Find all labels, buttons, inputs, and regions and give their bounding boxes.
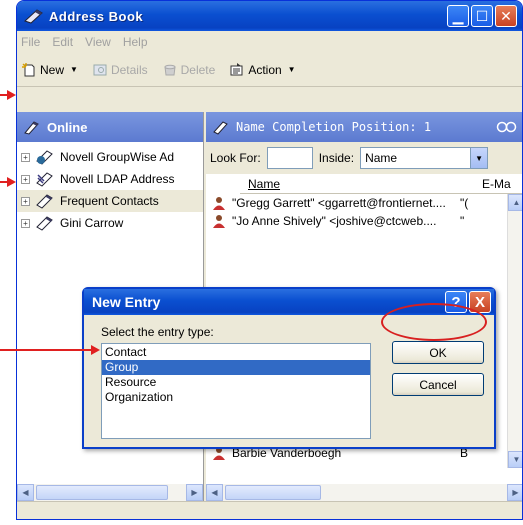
details-label: Details [110,62,148,77]
toolbar: New ▼ Details Delete Action ▼ [17,53,522,87]
tree-item-frequent-contacts[interactable]: + Frequent Contacts [17,190,203,212]
scroll-up-button[interactable]: ▲ [508,194,522,211]
scroll-left-button[interactable]: ◀ [206,484,223,501]
contact-name: "Gregg Garrett" <ggarrett@frontiernet...… [232,196,446,210]
right-vertical-scrollbar[interactable]: ▲ ▼ [507,194,522,468]
menu-view[interactable]: View [85,35,111,49]
expand-icon[interactable]: + [21,174,30,184]
expand-icon[interactable]: + [21,218,30,228]
menu-edit[interactable]: Edit [52,35,73,49]
chevron-down-icon[interactable]: ▼ [470,148,488,168]
column-email[interactable]: E-Ma [476,177,511,191]
look-for-label: Look For: [210,151,261,165]
inside-select[interactable]: Name ▼ [360,147,489,169]
scroll-right-button[interactable]: ▶ [186,484,203,501]
look-for-bar: Look For: Inside: Name ▼ [206,142,522,174]
tree-label: Frequent Contacts [60,194,159,208]
delete-button[interactable]: Delete [162,62,216,78]
title-bar[interactable]: Address Book ▁ ☐ ✕ [17,1,522,31]
close-button[interactable]: ✕ [495,5,517,27]
annotation-ok-highlight [381,303,487,341]
window-title: Address Book [49,8,144,24]
details-icon [93,64,107,75]
groupwise-book-icon [36,150,53,165]
entry-type-group[interactable]: Group [102,360,370,375]
scroll-thumb[interactable] [225,485,321,500]
tree-label: Gini Carrow [60,216,124,230]
new-button[interactable]: New ▼ [21,62,78,78]
name-completion-header: Name Completion Position: 1 [206,112,522,142]
chevron-down-icon[interactable]: ▼ [288,65,296,74]
tree-item-gini-carrow[interactable]: + Gini Carrow [17,212,203,234]
minimize-button[interactable]: ▁ [447,5,469,27]
online-header: Online [17,112,203,142]
inside-label: Inside: [318,151,355,165]
ok-button[interactable]: OK [392,341,484,364]
delete-label: Delete [180,62,216,77]
dialog-title: New Entry [92,294,161,310]
list-item[interactable]: "Gregg Garrett" <ggarrett@frontiernet...… [206,194,522,212]
scroll-right-button[interactable]: ▶ [507,484,522,501]
maximize-button[interactable]: ☐ [471,5,493,27]
entry-type-list[interactable]: Contact Group Resource Organization [101,343,371,439]
action-icon [230,62,243,75]
menu-bar: File Edit View Help [17,31,522,53]
address-book-icon [24,9,43,24]
annotation-arrow-head [7,90,16,100]
book-icon [213,121,228,135]
cancel-button[interactable]: Cancel [392,373,484,396]
glasses-icon[interactable] [496,120,518,134]
contact-email: " [460,214,465,228]
contact-email: "( [460,196,469,210]
tree-label: Novell GroupWise Ad [60,150,175,164]
name-completion-label: Name Completion Position: 1 [236,120,432,134]
entry-type-contact[interactable]: Contact [102,345,370,360]
tree-label: Novell LDAP Address [60,172,175,186]
column-name[interactable]: Name [240,177,476,191]
contact-icon [213,215,225,228]
left-horizontal-scrollbar[interactable]: ◀ ▶ [17,484,203,501]
annotation-arrow-head [91,345,100,355]
expand-icon[interactable]: + [21,152,30,162]
book-icon [36,216,53,231]
inside-value: Name [365,151,398,165]
annotation-arrow-line [0,349,92,351]
details-button[interactable]: Details [92,62,148,78]
new-icon [22,62,35,76]
book-icon [36,194,53,209]
right-horizontal-scrollbar[interactable]: ◀ ▶ [206,484,522,501]
entry-type-organization[interactable]: Organization [102,390,370,405]
menu-help[interactable]: Help [123,35,148,49]
tree-item-groupwise[interactable]: + Novell GroupWise Ad [17,146,203,168]
online-label: Online [47,119,88,135]
ldap-book-icon [36,172,53,187]
menu-file[interactable]: File [21,35,40,49]
scroll-thumb[interactable] [36,485,168,500]
look-for-input[interactable] [266,147,313,169]
delete-icon [164,64,176,75]
tree-item-ldap[interactable]: + Novell LDAP Address [17,168,203,190]
scroll-down-button[interactable]: ▼ [508,451,522,468]
action-label: Action [248,62,282,77]
scroll-left-button[interactable]: ◀ [17,484,34,501]
annotation-arrow-head [7,177,16,187]
entry-type-resource[interactable]: Resource [102,375,370,390]
contact-name: "Jo Anne Shively" <joshive@ctcweb.... [232,214,437,228]
list-item[interactable]: "Jo Anne Shively" <joshive@ctcweb.... " [206,212,522,230]
new-label: New [40,62,65,77]
online-icon [24,121,39,135]
expand-icon[interactable]: + [21,196,30,206]
chevron-down-icon[interactable]: ▼ [70,65,78,74]
status-bar [17,501,522,519]
action-button[interactable]: Action ▼ [229,62,296,78]
contact-icon [213,197,225,210]
list-header: Name E-Ma [240,174,522,194]
